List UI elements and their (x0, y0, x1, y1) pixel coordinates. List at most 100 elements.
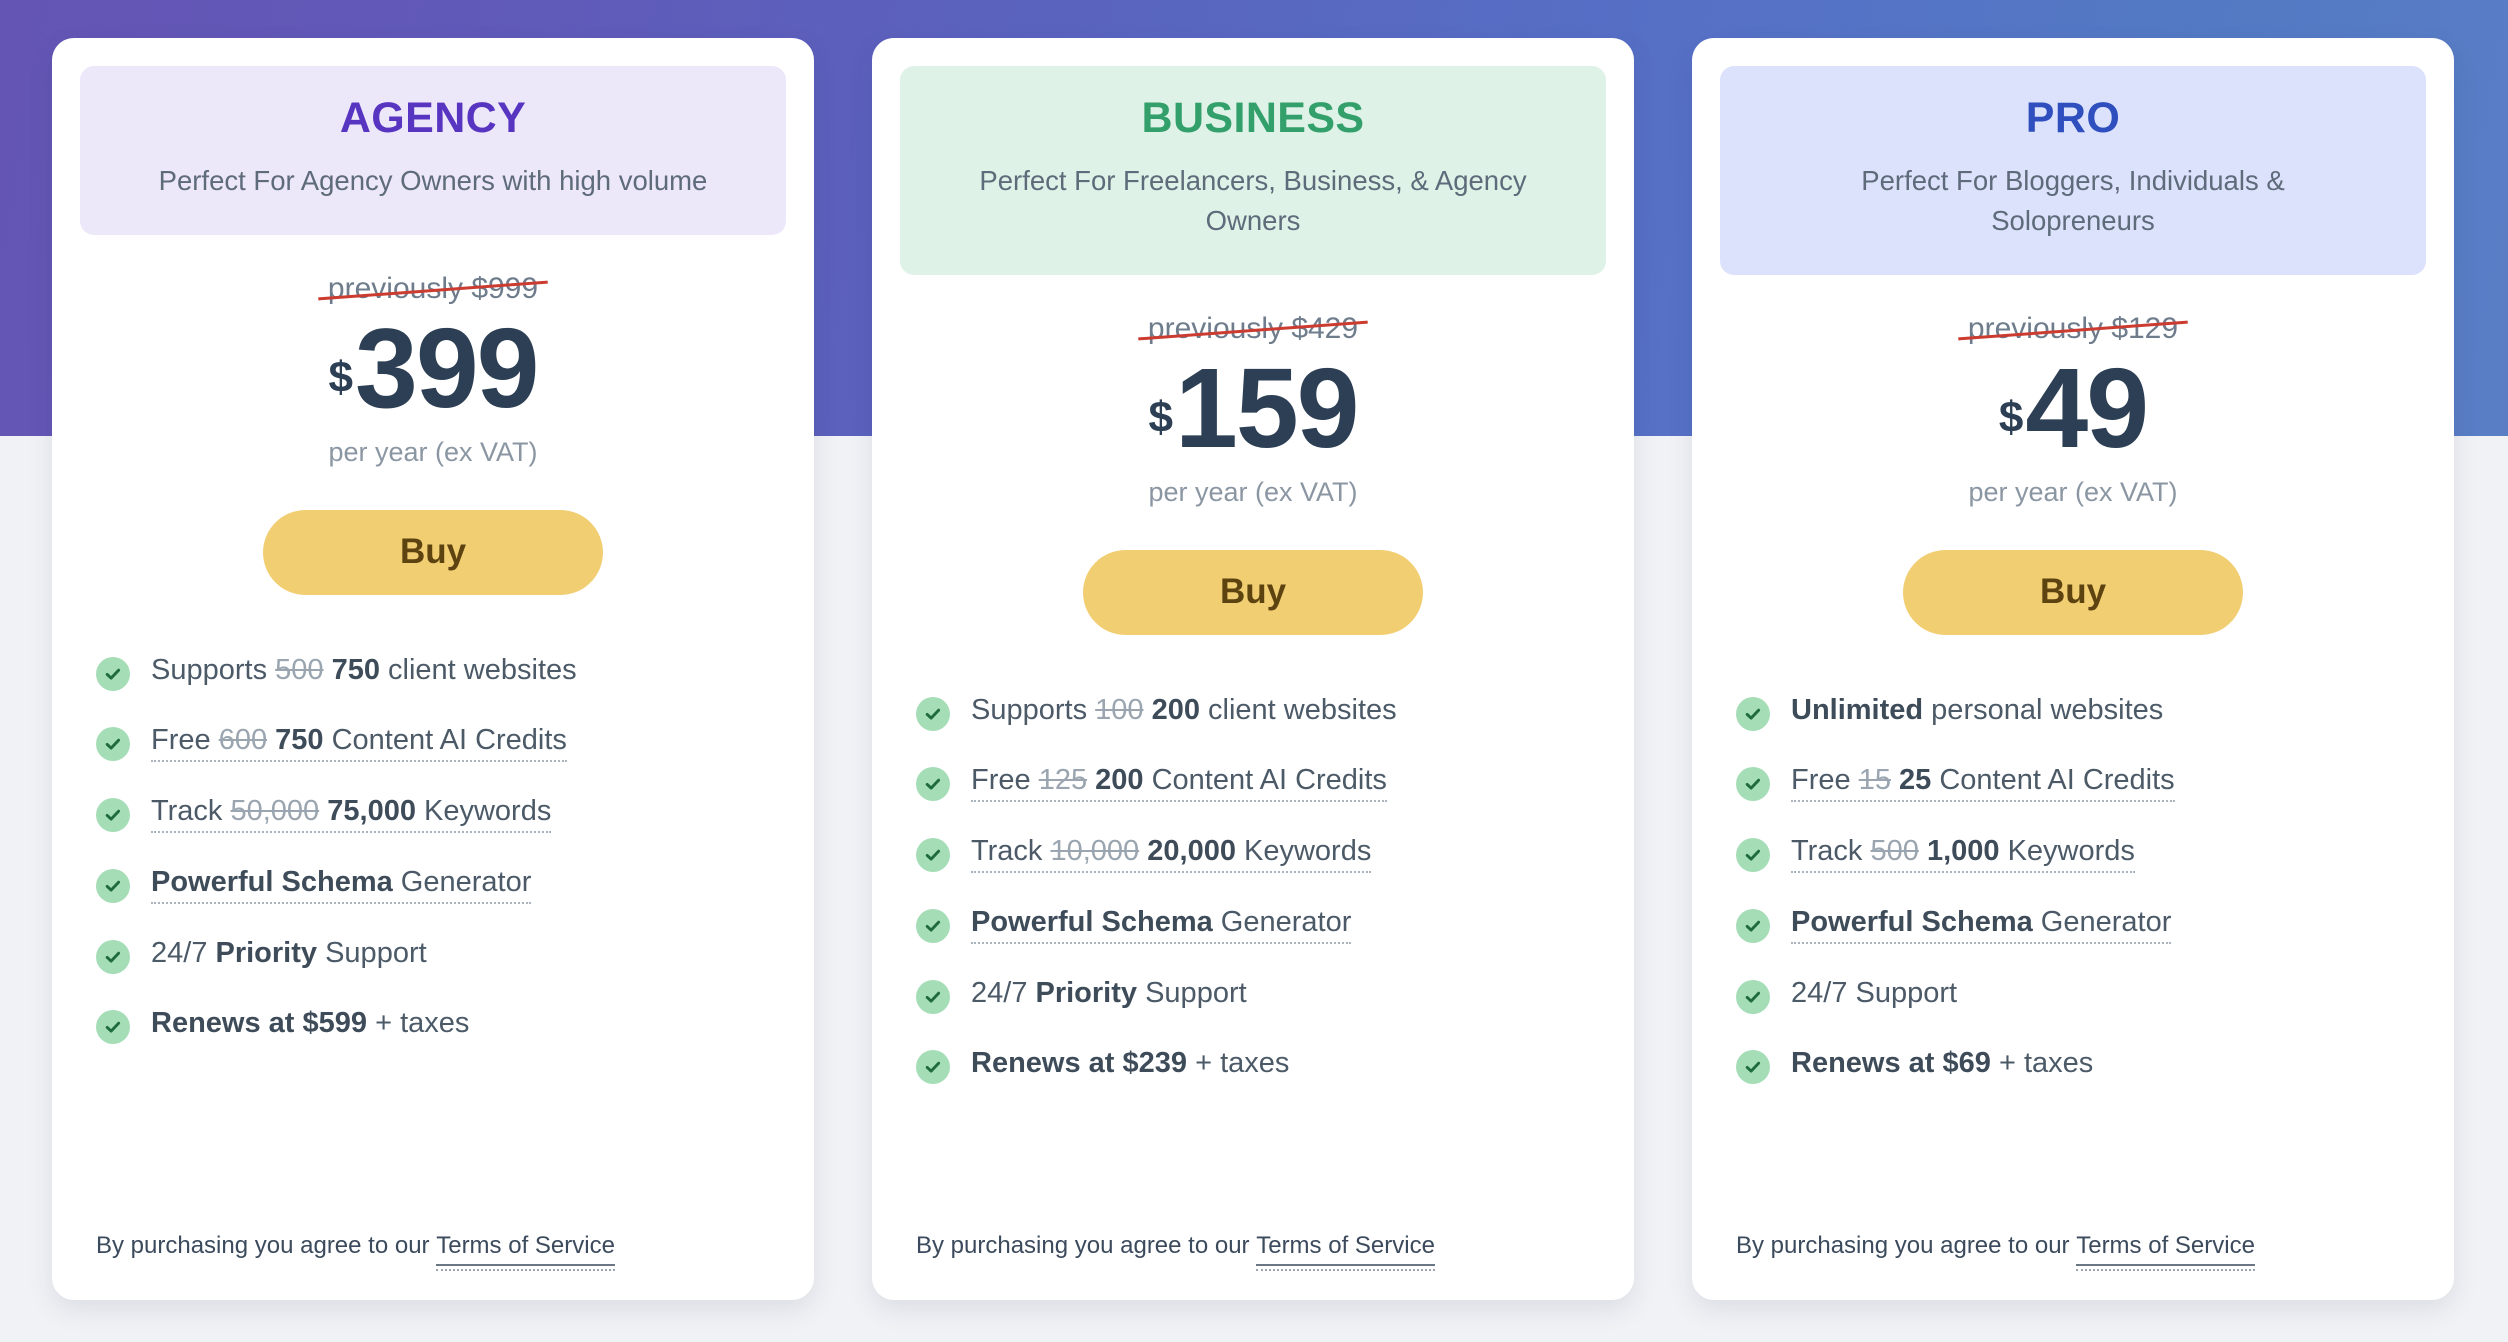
feature-text: Renews at $239 + taxes (971, 1047, 1290, 1080)
feature-text[interactable]: Powerful Schema Generator (151, 865, 532, 905)
currency-symbol: $ (328, 352, 353, 402)
check-icon (96, 868, 130, 903)
price-period: per year (ex VAT) (1968, 476, 2178, 507)
plan-tagline: Perfect For Bloggers, Individuals & Solo… (1861, 165, 2285, 237)
feature-item: 24/7 Support (1736, 976, 2414, 1015)
feature-text[interactable]: Free 600 750 Content AI Credits (151, 723, 567, 762)
pricing-card-business: BUSINESS Perfect For Freelancers, Busines… (872, 38, 1634, 1300)
feature-item: Renews at $239 + taxes (916, 1046, 1594, 1085)
feature-item: Supports 500 750 client websites (96, 653, 774, 691)
price-period: per year (ex VAT) (1148, 476, 1358, 507)
check-icon (96, 656, 130, 691)
footer-prefix: By purchasing you agree to our (1736, 1232, 2077, 1260)
check-icon (916, 766, 950, 801)
check-icon (916, 837, 950, 872)
feature-item: Powerful Schema Generator (916, 905, 1594, 945)
check-icon (1736, 1050, 1770, 1085)
price-block-agency: previously $999$399per year (ex VAT) (52, 235, 814, 467)
previous-price: previously $999 (318, 271, 548, 307)
plan-tagline: Perfect For Freelancers, Business, & Age… (979, 165, 1527, 237)
plan-tagline: Perfect For Agency Owners with high volu… (158, 165, 708, 197)
feature-item: Free 125 200 Content AI Credits (916, 763, 1594, 802)
feature-text: 24/7 Priority Support (971, 977, 1247, 1010)
footer-prefix: By purchasing you agree to our (916, 1232, 1257, 1260)
terms-of-service-link[interactable]: Terms of Service (2076, 1232, 2255, 1271)
buy-button-pro[interactable]: Buy (1903, 549, 2243, 635)
check-icon (96, 797, 130, 832)
feature-text[interactable]: Track 500 1,000 Keywords (1791, 834, 2135, 874)
buy-button-agency[interactable]: Buy (263, 509, 603, 595)
feature-item: Track 10,000 20,000 Keywords (916, 834, 1594, 874)
buy-button-wrapper: Buy (872, 508, 1634, 635)
feature-item: Track 50,000 75,000 Keywords (96, 794, 774, 833)
price-amount: 159 (1174, 345, 1360, 472)
feature-text[interactable]: Free 125 200 Content AI Credits (971, 763, 1387, 802)
check-icon (916, 696, 950, 731)
previous-price: previously $129 (1958, 311, 2188, 347)
buy-button-wrapper: Buy (1692, 508, 2454, 635)
check-icon (96, 1010, 130, 1045)
terms-of-service-link[interactable]: Terms of Service (1256, 1232, 1435, 1271)
feature-item: Track 500 1,000 Keywords (1736, 834, 2414, 874)
plan-header-business: BUSINESS Perfect For Freelancers, Busines… (900, 66, 1606, 276)
check-icon (916, 980, 950, 1015)
current-price: $399 (52, 305, 814, 432)
feature-item: Free 15 25 Content AI Credits (1736, 763, 2414, 802)
check-icon (1736, 696, 1770, 731)
price-amount: 399 (354, 305, 540, 432)
pricing-cards-row: AGENCY Perfect For Agency Owners with hig… (52, 38, 2456, 1300)
current-price: $49 (1692, 345, 2454, 472)
price-period: per year (ex VAT) (328, 436, 538, 467)
feature-item: Renews at $599 + taxes (96, 1006, 774, 1045)
plan-name: AGENCY (339, 94, 527, 142)
price-block-business: previously $429$159per year (ex VAT) (872, 275, 1634, 507)
pricing-card-pro: PRO Perfect For Bloggers, Individuals & S… (1692, 38, 2454, 1300)
feature-item: Free 600 750 Content AI Credits (96, 723, 774, 762)
feature-text[interactable]: Powerful Schema Generator (971, 905, 1352, 945)
feature-item: Supports 100 200 client websites (916, 693, 1594, 731)
plan-header-pro: PRO Perfect For Bloggers, Individuals & S… (1720, 66, 2426, 276)
buy-button-wrapper: Buy (52, 468, 814, 595)
feature-item: Unlimited personal websites (1736, 693, 2414, 731)
check-icon (1736, 766, 1770, 801)
feature-list-business: Supports 100 200 client websites Free 125… (872, 635, 1634, 1189)
current-price: $159 (872, 345, 1634, 472)
pricing-card-agency: AGENCY Perfect For Agency Owners with hig… (52, 38, 814, 1300)
feature-text: Renews at $599 + taxes (151, 1007, 470, 1040)
feature-text: Unlimited personal websites (1791, 693, 2164, 726)
check-icon (1736, 980, 1770, 1015)
feature-item: Powerful Schema Generator (96, 865, 774, 905)
feature-text: 24/7 Priority Support (151, 937, 427, 970)
feature-text: Renews at $69 + taxes (1791, 1047, 2094, 1080)
currency-symbol: $ (1148, 393, 1173, 443)
feature-list-pro: Unlimited personal websites Free 15 25 Co… (1692, 635, 2454, 1189)
price-amount: 49 (2025, 345, 2149, 472)
feature-list-agency: Supports 500 750 client websites Free 600… (52, 595, 814, 1189)
feature-item: 24/7 Priority Support (96, 936, 774, 975)
card-footer-business: By purchasing you agree to our Terms of … (872, 1188, 1634, 1271)
check-icon (1736, 837, 1770, 872)
feature-item: Renews at $69 + taxes (1736, 1046, 2414, 1085)
plan-header-agency: AGENCY Perfect For Agency Owners with hig… (80, 66, 786, 236)
plan-name: PRO (2025, 94, 2121, 142)
check-icon (916, 1050, 950, 1085)
feature-text[interactable]: Powerful Schema Generator (1791, 905, 2172, 945)
card-footer-agency: By purchasing you agree to our Terms of … (52, 1188, 814, 1271)
feature-text: 24/7 Support (1791, 977, 1958, 1010)
footer-prefix: By purchasing you agree to our (96, 1232, 437, 1260)
buy-button-business[interactable]: Buy (1083, 549, 1423, 635)
previous-price: previously $429 (1138, 311, 1368, 347)
check-icon (916, 909, 950, 944)
feature-item: 24/7 Priority Support (916, 976, 1594, 1015)
feature-text[interactable]: Track 10,000 20,000 Keywords (971, 834, 1372, 874)
feature-text[interactable]: Track 50,000 75,000 Keywords (151, 794, 552, 833)
feature-text: Supports 500 750 client websites (151, 653, 577, 686)
plan-name: BUSINESS (1141, 94, 1365, 142)
feature-item: Powerful Schema Generator (1736, 905, 2414, 945)
check-icon (1736, 909, 1770, 944)
check-icon (96, 726, 130, 761)
feature-text[interactable]: Free 15 25 Content AI Credits (1791, 763, 2175, 802)
card-footer-pro: By purchasing you agree to our Terms of … (1692, 1188, 2454, 1271)
check-icon (96, 940, 130, 975)
terms-of-service-link[interactable]: Terms of Service (436, 1232, 615, 1271)
